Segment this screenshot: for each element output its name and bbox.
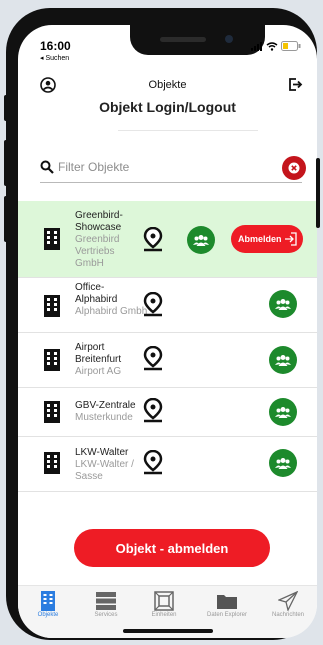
status-time: 16:00	[40, 39, 71, 53]
object-name: LKW-Walter	[75, 447, 129, 458]
location-pin-icon[interactable]	[142, 449, 164, 481]
nav-bar: Objekte	[18, 77, 317, 99]
send-icon	[260, 590, 316, 612]
users-button[interactable]	[187, 226, 215, 254]
abmelden-button[interactable]: Abmelden	[231, 225, 303, 253]
building-icon	[22, 590, 74, 612]
object-name: Airport Breitenfurt	[75, 342, 122, 365]
users-icon	[193, 235, 209, 246]
objekt-abmelden-button[interactable]: Objekt - abmelden	[74, 529, 270, 567]
tab-label: Nachrichten	[271, 612, 304, 618]
abmelden-label: Abmelden	[238, 234, 282, 244]
users-icon	[275, 299, 291, 310]
location-pin-icon[interactable]	[142, 345, 164, 377]
users-button[interactable]	[269, 398, 297, 426]
tab-einheiten[interactable]: Einheiten	[138, 590, 190, 618]
location-pin-icon[interactable]	[142, 397, 164, 429]
object-subtitle: Musterkunde	[75, 412, 133, 423]
wifi-icon	[266, 41, 278, 51]
object-subtitle: Greenbird Vertriebs GmbH	[75, 234, 120, 269]
users-icon	[275, 458, 291, 469]
users-button[interactable]	[269, 449, 297, 477]
tab-objekte[interactable]: Objekte	[22, 590, 74, 618]
tab-label: Daten Explorer	[206, 612, 248, 618]
side-button	[4, 140, 8, 186]
list-item[interactable]: LKW-Walter LKW-Walter / Sasse	[18, 437, 317, 492]
screen: 16:00 ◂ Suchen Objekte Objekt Login/Logo…	[18, 25, 317, 638]
users-button[interactable]	[269, 290, 297, 318]
back-to-search[interactable]: ◂ Suchen	[40, 54, 69, 62]
side-button	[4, 196, 8, 242]
battery-icon	[281, 41, 301, 51]
list-item[interactable]: Airport Breitenfurt Airport AG	[18, 333, 317, 388]
users-icon	[275, 355, 291, 366]
object-name: GBV-Zentrale	[75, 400, 136, 411]
building-icon	[44, 228, 60, 255]
nav-title: Objekte	[148, 79, 187, 91]
building-icon	[44, 452, 60, 479]
notch	[130, 25, 265, 55]
search-input[interactable]	[56, 158, 270, 176]
server-icon	[80, 590, 132, 612]
divider	[118, 130, 258, 131]
list-item[interactable]: GBV-Zentrale Musterkunde	[18, 388, 317, 437]
building-icon	[44, 401, 60, 428]
folder-icon	[198, 590, 256, 612]
tab-label: Einheiten	[151, 612, 177, 618]
home-indicator	[123, 629, 213, 633]
signal-icon	[251, 41, 262, 51]
object-list: Greenbird-Showcase Greenbird Vertriebs G…	[18, 201, 317, 492]
tab-nachrichten[interactable]: Nachrichten	[260, 590, 316, 618]
search-bar	[40, 156, 311, 184]
object-name: Office-Alphabird	[75, 282, 118, 305]
tab-label: Services	[94, 612, 118, 618]
building-icon	[44, 295, 60, 322]
object-subtitle: LKW-Walter / Sasse	[75, 459, 134, 482]
side-button	[4, 95, 8, 121]
object-subtitle: Alphabird Gmbh	[75, 306, 148, 317]
location-pin-icon[interactable]	[142, 291, 164, 323]
tab-services[interactable]: Services	[80, 590, 132, 618]
users-button[interactable]	[269, 346, 297, 374]
list-item[interactable]: Office-Alphabird Alphabird Gmbh	[18, 278, 317, 333]
building-icon	[44, 349, 60, 376]
object-subtitle: Airport AG	[75, 366, 122, 377]
logout-icon[interactable]	[288, 77, 303, 97]
page-title: Objekt Login/Logout	[99, 99, 236, 115]
search-icon	[40, 160, 54, 179]
list-item[interactable]: Greenbird-Showcase Greenbird Vertriebs G…	[18, 201, 317, 278]
status-icons	[251, 41, 301, 51]
close-icon	[288, 162, 300, 174]
tab-label: Objekte	[37, 612, 59, 618]
users-icon	[275, 407, 291, 418]
exit-icon	[284, 232, 297, 246]
tab-daten-explorer[interactable]: Daten Explorer	[198, 590, 256, 618]
unit-icon	[138, 590, 190, 612]
side-button	[316, 158, 320, 228]
location-pin-icon[interactable]	[142, 226, 164, 258]
clear-search-button[interactable]	[282, 156, 306, 180]
object-name: Greenbird-Showcase	[75, 210, 123, 233]
phone-frame: 16:00 ◂ Suchen Objekte Objekt Login/Logo…	[6, 8, 317, 640]
